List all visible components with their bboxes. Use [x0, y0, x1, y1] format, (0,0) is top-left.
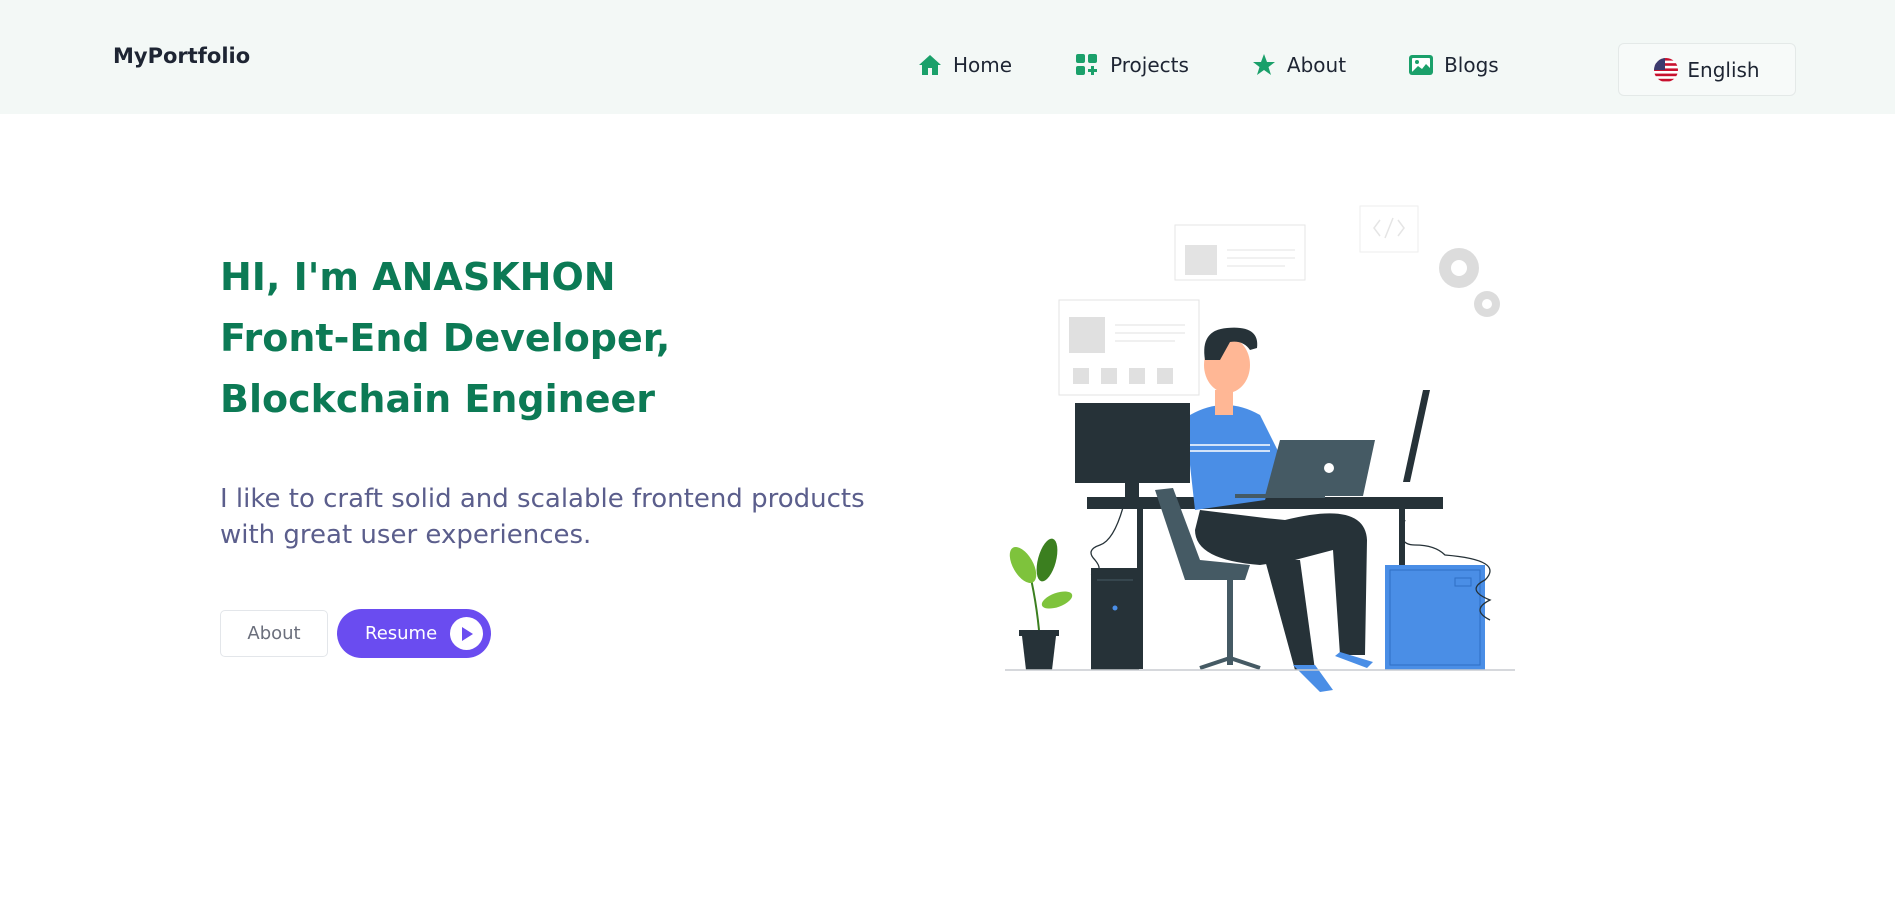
nav-item-about[interactable]: About	[1251, 52, 1346, 78]
language-label: English	[1687, 57, 1760, 82]
code-window-icon	[1359, 205, 1419, 253]
hero-tagline: I like to craft solid and scalable front…	[220, 484, 865, 550]
computer-tower	[1091, 568, 1139, 670]
play-icon	[450, 617, 483, 650]
developer-figure	[1190, 327, 1373, 692]
image-icon	[1408, 52, 1434, 78]
gear-icon	[1439, 248, 1500, 317]
about-button[interactable]: About	[220, 610, 328, 657]
resume-button-label: Resume	[365, 623, 438, 644]
browser-window-top	[1174, 224, 1306, 281]
nav-label-home: Home	[953, 53, 1013, 77]
hero-greeting: HI, I'm ANASKHON	[220, 255, 616, 299]
nav-label-projects: Projects	[1110, 53, 1189, 77]
nav-item-projects[interactable]: Projects	[1074, 52, 1189, 78]
cabinet	[1385, 565, 1485, 670]
us-flag-icon	[1654, 57, 1679, 82]
language-selector[interactable]: English	[1618, 43, 1796, 96]
header: MyPortfolio Home Projects About Blogs En…	[0, 0, 1895, 114]
home-icon	[917, 52, 943, 78]
hero-role-frontend: Front-End Developer,	[220, 316, 671, 360]
monitor	[1075, 403, 1190, 483]
site-logo[interactable]: MyPortfolio	[113, 44, 250, 68]
main-nav: Home Projects About Blogs	[917, 52, 1561, 78]
nav-label-blogs: Blogs	[1444, 53, 1499, 77]
plant	[1009, 538, 1073, 670]
hero-heading: HI, I'm ANASKHON Front-End Developer, Bl…	[220, 247, 670, 430]
grid-plus-icon	[1074, 52, 1100, 78]
resume-button[interactable]: Resume	[337, 609, 491, 658]
browser-window-left	[1058, 299, 1200, 396]
star-icon	[1251, 52, 1277, 78]
nav-item-home[interactable]: Home	[917, 52, 1012, 78]
nav-item-blogs[interactable]: Blogs	[1408, 52, 1499, 78]
nav-label-about: About	[1286, 53, 1347, 77]
developer-illustration	[1005, 205, 1515, 692]
laptop	[1265, 440, 1375, 496]
hero-role-blockchain: Blockchain Engineer	[220, 377, 655, 421]
